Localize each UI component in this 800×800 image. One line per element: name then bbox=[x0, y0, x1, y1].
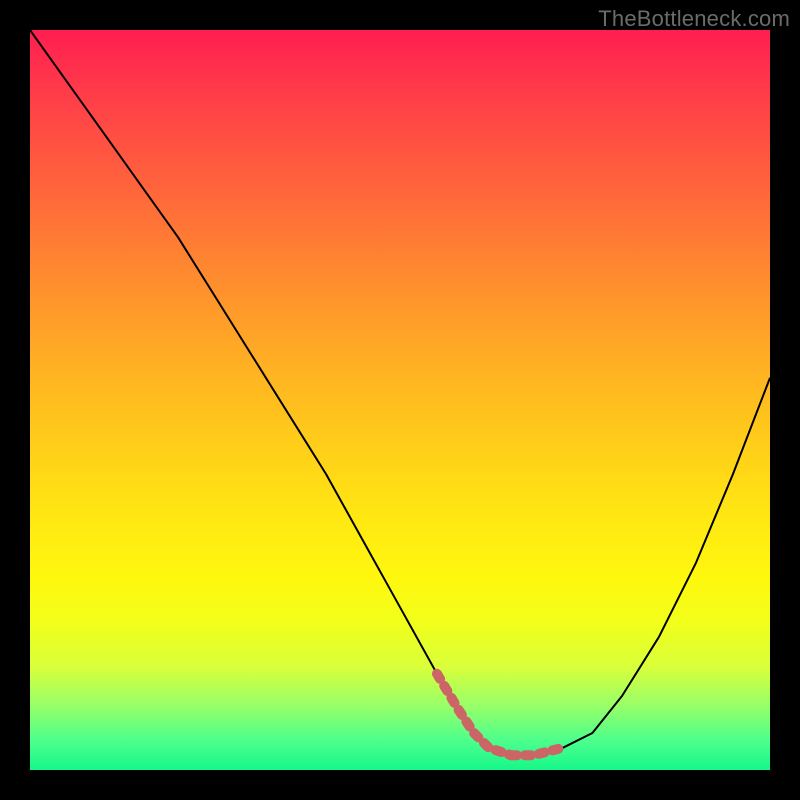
chart-overlay-svg bbox=[30, 30, 770, 770]
watermark-text: TheBottleneck.com bbox=[598, 6, 790, 32]
bottleneck-curve bbox=[30, 30, 770, 755]
optimal-range-highlight-left bbox=[437, 674, 511, 755]
plot-area bbox=[30, 30, 770, 770]
chart-stage: TheBottleneck.com bbox=[0, 0, 800, 800]
optimal-range-highlight-right bbox=[511, 748, 563, 755]
